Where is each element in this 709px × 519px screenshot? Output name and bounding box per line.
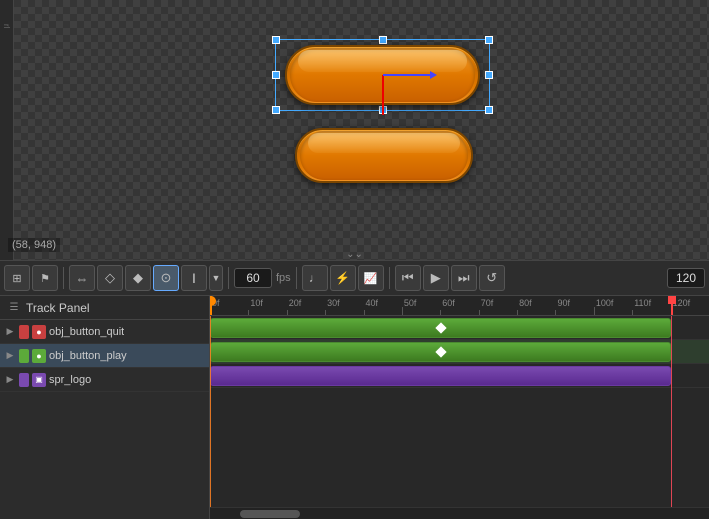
track-expand-1[interactable]: ▶ (4, 350, 16, 362)
tool-text[interactable]: I (181, 265, 207, 291)
track-icon-1: ● (32, 349, 46, 363)
bottom-panel: ☰ Track Panel ▶ ● obj_button_quit ▶ ● ob… (0, 296, 709, 519)
pill-top[interactable] (285, 45, 480, 105)
tool-diamond-filled[interactable]: ◆ (125, 265, 151, 291)
track-expand-0[interactable]: ▶ (4, 326, 16, 338)
fps-value[interactable]: 60 (234, 268, 272, 288)
tool-diamond[interactable]: ◇ (97, 265, 123, 291)
axis-red (382, 75, 384, 115)
track-name-1: obj_button_play (49, 350, 127, 362)
timeline-scrollbar[interactable] (210, 507, 709, 519)
end-marker-ruler (671, 296, 673, 315)
track-row-1[interactable]: ▶ ● obj_button_play (0, 344, 209, 368)
sep1 (63, 267, 64, 289)
timeline-area: 0f10f20f30f40f50f60f70f80f90f100f110f120… (210, 296, 709, 519)
tool-metronome[interactable]: ♩ (302, 265, 328, 291)
pill-bottom[interactable] (295, 128, 473, 183)
collapse-chevron[interactable]: ⌄⌄ (346, 249, 363, 260)
track-icon-2: ▣ (32, 373, 46, 387)
tool-graph[interactable]: 📈 (358, 265, 384, 291)
track-list-icon: ☰ (6, 300, 22, 316)
fps-label: fps (276, 272, 291, 284)
btn-skip-start[interactable]: ⏮ (395, 265, 421, 291)
track-name-2: spr_logo (49, 374, 91, 386)
end-line-vertical (671, 316, 672, 507)
sep2 (228, 267, 229, 289)
track-row-2[interactable]: ▶ ▣ spr_logo (0, 368, 209, 392)
scrollbar-thumb[interactable] (240, 510, 300, 518)
clip-diamond-1 (436, 346, 447, 357)
time-line-vertical (210, 316, 211, 507)
timeline-tracks (210, 316, 709, 507)
ruler-ticks: 0f10f20f30f40f50f60f70f80f90f100f110f120… (210, 296, 709, 315)
track-list: ☰ Track Panel ▶ ● obj_button_quit ▶ ● ob… (0, 296, 210, 519)
tool-flag[interactable]: ⚑ (32, 265, 58, 291)
clip-diamond-0 (436, 322, 447, 333)
btn-loop[interactable]: ↺ (479, 265, 505, 291)
axis-blue (383, 74, 433, 76)
end-marker-head (668, 296, 676, 304)
timeline-track-1[interactable] (210, 340, 709, 364)
btn-play[interactable]: ▶ (423, 265, 449, 291)
clip-0[interactable] (210, 318, 671, 338)
end-frame[interactable]: 120 (667, 268, 705, 288)
sep4 (389, 267, 390, 289)
ruler-left: rl (0, 0, 14, 260)
btn-skip-end[interactable]: ⏭ (451, 265, 477, 291)
clip-2[interactable] (210, 366, 671, 386)
toolbar: ⊞ ⚑ ⇔ ◇ ◆ ⊙ I ▼ 60 fps ♩ ⚡ 📈 ⏮ (0, 260, 709, 296)
track-color-0 (19, 325, 29, 339)
track-name-0: obj_button_quit (49, 326, 124, 338)
tool-dot[interactable]: ⊙ (153, 265, 179, 291)
track-row-0[interactable]: ▶ ● obj_button_quit (0, 320, 209, 344)
sep3 (296, 267, 297, 289)
track-icon-0: ● (32, 325, 46, 339)
timeline-ruler[interactable]: 0f10f20f30f40f50f60f70f80f90f100f110f120… (210, 296, 709, 316)
clip-1[interactable] (210, 342, 671, 362)
coordinates: (58, 948) (8, 238, 60, 252)
tool-view[interactable]: ⊞ (4, 265, 30, 291)
canvas-area: rl (0, 0, 709, 260)
start-marker (210, 296, 212, 315)
tool-arrow[interactable]: ⇔ (69, 265, 95, 291)
track-color-2 (19, 373, 29, 387)
tool-dropdown[interactable]: ▼ (209, 265, 223, 291)
track-list-header: ☰ Track Panel (0, 296, 209, 320)
track-expand-2[interactable]: ▶ (4, 374, 16, 386)
timeline-track-0[interactable] (210, 316, 709, 340)
timeline-track-2[interactable] (210, 364, 709, 388)
track-panel-label: Track Panel (26, 301, 90, 315)
track-color-1 (19, 349, 29, 363)
tool-lightning[interactable]: ⚡ (330, 265, 356, 291)
